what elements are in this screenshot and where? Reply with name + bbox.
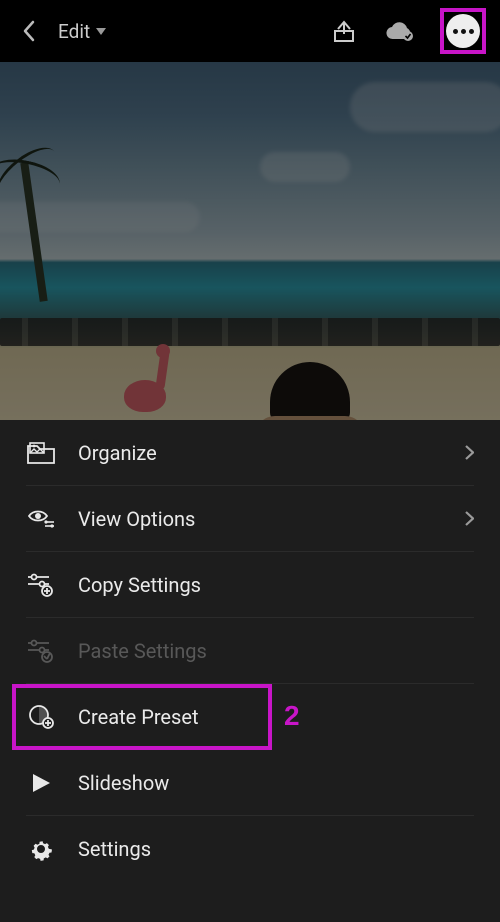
back-button[interactable]: [14, 20, 44, 42]
menu-item-paste-settings: Paste Settings: [26, 618, 474, 684]
sliders-paste-icon: [26, 639, 56, 663]
menu-item-settings[interactable]: Settings: [26, 816, 474, 882]
caret-down-icon: [96, 28, 106, 35]
chevron-left-icon: [22, 20, 36, 42]
annotation-label-2: 2: [284, 700, 300, 732]
screen-title-label: Edit: [58, 20, 90, 43]
more-button-highlight: [440, 8, 486, 54]
overflow-menu: Organize View Options Copy Settings Past…: [0, 420, 500, 922]
menu-label: Copy Settings: [78, 573, 474, 597]
top-bar: Edit: [0, 0, 500, 62]
menu-label: View Options: [78, 507, 443, 531]
menu-item-organize[interactable]: Organize: [26, 420, 474, 486]
menu-item-create-preset[interactable]: Create Preset: [12, 684, 272, 750]
photo-preview[interactable]: [0, 62, 500, 420]
more-icon: [453, 29, 458, 34]
chevron-right-icon: [465, 511, 474, 526]
menu-item-copy-settings[interactable]: Copy Settings: [26, 552, 474, 618]
share-button[interactable]: [328, 15, 360, 47]
eye-options-icon: [26, 508, 56, 530]
menu-label: Paste Settings: [78, 639, 474, 663]
cloud-sync-button[interactable]: [384, 15, 416, 47]
more-button[interactable]: [446, 14, 480, 48]
play-icon: [26, 772, 56, 794]
menu-label: Create Preset: [78, 705, 268, 729]
menu-label: Slideshow: [78, 771, 474, 795]
menu-item-slideshow[interactable]: Slideshow: [26, 750, 474, 816]
folder-image-icon: [26, 442, 56, 464]
share-icon: [333, 19, 355, 43]
photo-dim-overlay: [0, 62, 500, 420]
sliders-copy-icon: [26, 573, 56, 597]
cloud-check-icon: [385, 20, 415, 42]
menu-item-view-options[interactable]: View Options: [26, 486, 474, 552]
gear-icon: [26, 837, 56, 861]
preset-add-icon: [26, 704, 56, 730]
chevron-right-icon: [465, 445, 474, 460]
screen-title[interactable]: Edit: [58, 20, 106, 43]
topbar-actions: [328, 8, 486, 54]
menu-label: Settings: [78, 837, 474, 861]
menu-label: Organize: [78, 441, 443, 465]
